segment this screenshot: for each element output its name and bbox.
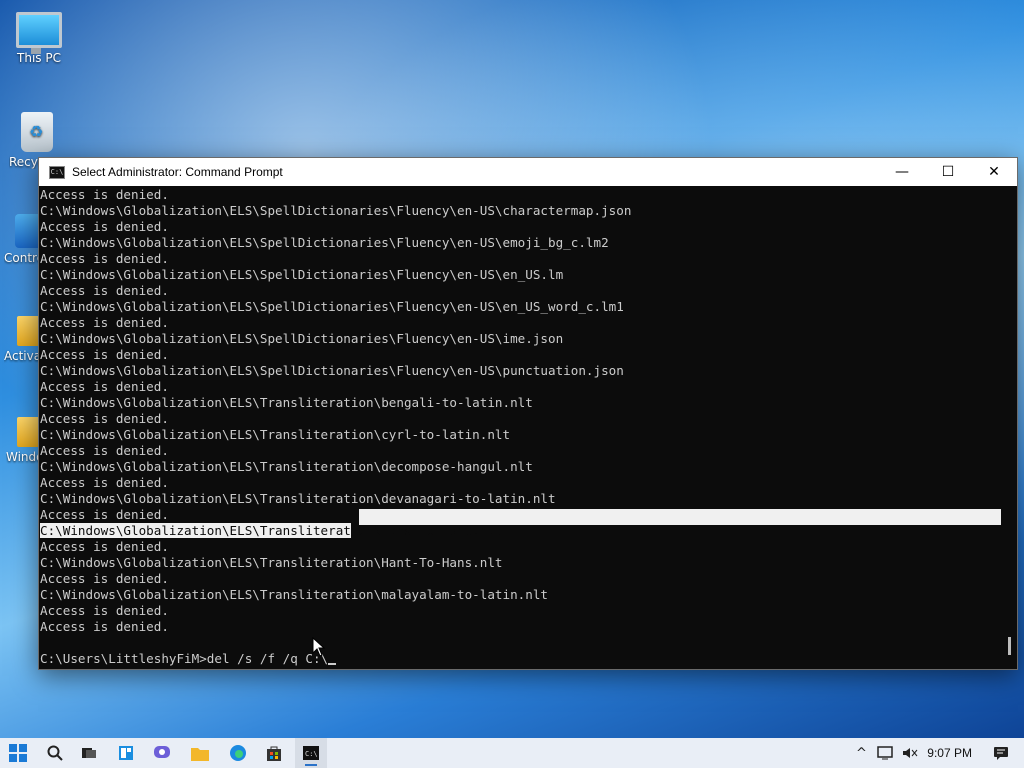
store-icon — [267, 746, 281, 761]
desktop-icon-activate[interactable]: Activat — [1, 316, 55, 363]
desktop-icon-label: Activat — [4, 349, 39, 363]
edge-button[interactable] — [227, 743, 249, 763]
console-line: Access is denied. — [40, 283, 169, 298]
start-button[interactable] — [7, 743, 29, 763]
title-bar[interactable]: C:\ Select Administrator: Command Prompt… — [39, 158, 1017, 186]
console-line: C:\Windows\Globalization\ELS\Translitera… — [40, 491, 556, 506]
window-title: Select Administrator: Command Prompt — [72, 165, 283, 179]
vertical-scrollbar[interactable] — [1001, 187, 1017, 669]
minimize-button[interactable]: — — [879, 158, 925, 186]
command-prompt-icon: C:\ — [303, 746, 319, 760]
maximize-button[interactable]: ☐ — [925, 158, 971, 186]
recycle-bin-icon: ♻ — [21, 112, 53, 152]
text-cursor — [328, 663, 337, 665]
console-line: Access is denied. — [40, 347, 169, 362]
widgets-icon — [119, 746, 133, 760]
console-line: C:\Windows\Globalization\ELS\SpellDictio… — [40, 203, 632, 218]
console-line: Access is denied. — [40, 219, 169, 234]
console-line: Access is denied. — [40, 539, 169, 554]
console-line: C:\Windows\Globalization\ELS\SpellDictio… — [40, 299, 624, 314]
console-line-selected: C:\Windows\Globalization\ELS\Translitera… — [40, 523, 1001, 539]
windows-logo-icon — [9, 744, 27, 762]
desktop-icon-label: Windo — [6, 450, 39, 464]
console-line: Access is denied. — [40, 619, 169, 634]
command-prompt-taskbar-button[interactable]: C:\ — [295, 738, 327, 768]
close-button[interactable]: ✕ — [971, 158, 1017, 186]
console-line: C:\Windows\Globalization\ELS\Translitera… — [40, 555, 503, 570]
desktop-icon-control-panel[interactable]: Contro — [1, 214, 49, 265]
taskbar-clock[interactable]: 9:07 PM — [927, 746, 972, 760]
console-line: C:\Windows\Globalization\ELS\Translitera… — [40, 395, 533, 410]
console-line: Access is denied. — [40, 443, 169, 458]
file-explorer-button[interactable] — [189, 743, 211, 763]
selected-line-rest: ion\Hans-To-Hant.nlt — [350, 523, 503, 538]
console-line: C:\Windows\Globalization\ELS\SpellDictio… — [40, 331, 564, 346]
widgets-button[interactable] — [115, 743, 137, 763]
task-view-icon — [82, 748, 96, 758]
svg-text:C:\: C:\ — [305, 750, 318, 758]
edge-icon — [230, 745, 246, 761]
volume-muted-icon[interactable] — [902, 746, 918, 760]
console-line: Access is denied. — [40, 251, 169, 266]
close-icon: ✕ — [988, 164, 1000, 180]
command-input[interactable]: C:\Users\LittleshyFiM>del /s /f /q C:\ — [40, 651, 328, 666]
console-line: Access is denied. — [40, 475, 169, 490]
console-line: Access is denied. — [40, 187, 169, 202]
search-icon — [47, 745, 63, 761]
console-line: C:\Windows\Globalization\ELS\Translitera… — [40, 427, 511, 442]
desktop-icon-this-pc[interactable]: This PC — [1, 12, 77, 65]
minimize-icon: — — [895, 164, 909, 180]
notifications-icon[interactable] — [993, 746, 1009, 760]
chat-button[interactable] — [151, 743, 173, 763]
taskbar: C:\ ^ 9:07 PM — [0, 738, 1024, 768]
console-line: C:\Windows\Globalization\ELS\SpellDictio… — [40, 267, 564, 282]
selected-text: C:\Windows\Globalization\ELS\Translitera… — [40, 523, 351, 538]
search-button[interactable] — [44, 743, 66, 763]
maximize-icon: ☐ — [941, 164, 955, 180]
console-line: C:\Windows\Globalization\ELS\SpellDictio… — [40, 235, 609, 250]
network-icon[interactable] — [877, 746, 895, 760]
console-output[interactable]: Access is denied. C:\Windows\Globalizatio… — [39, 187, 1001, 669]
console-line: C:\Windows\Globalization\ELS\SpellDictio… — [40, 363, 624, 378]
console-line: Access is denied. — [40, 571, 169, 586]
command-prompt-line[interactable]: C:\Users\LittleshyFiM>del /s /f /q C:\ — [40, 651, 1001, 667]
command-prompt-window[interactable]: C:\ Select Administrator: Command Prompt… — [38, 157, 1018, 670]
task-view-button[interactable] — [78, 743, 100, 763]
show-hidden-icons-chevron[interactable]: ^ — [856, 746, 867, 761]
console-line: Access is denied. — [40, 411, 169, 426]
mouse-pointer-icon — [312, 637, 326, 657]
console-line: Access is denied. — [40, 315, 169, 330]
console-line: Access is denied. — [40, 379, 169, 394]
console-line: C:\Windows\Globalization\ELS\Translitera… — [40, 459, 533, 474]
desktop-icon-label: Contro — [4, 251, 41, 265]
folder-icon — [191, 747, 209, 761]
command-prompt-icon: C:\ — [49, 165, 65, 179]
console-line: C:\Windows\Globalization\ELS\Translitera… — [40, 587, 548, 602]
console-line: Access is denied. — [40, 507, 169, 522]
desktop-icon-windows[interactable]: Windo — [1, 417, 55, 464]
chat-icon — [154, 746, 170, 758]
scrollbar-thumb[interactable] — [1008, 637, 1011, 655]
store-button[interactable] — [263, 743, 285, 763]
this-pc-icon — [16, 12, 62, 54]
console-line: Access is denied. — [40, 603, 169, 618]
